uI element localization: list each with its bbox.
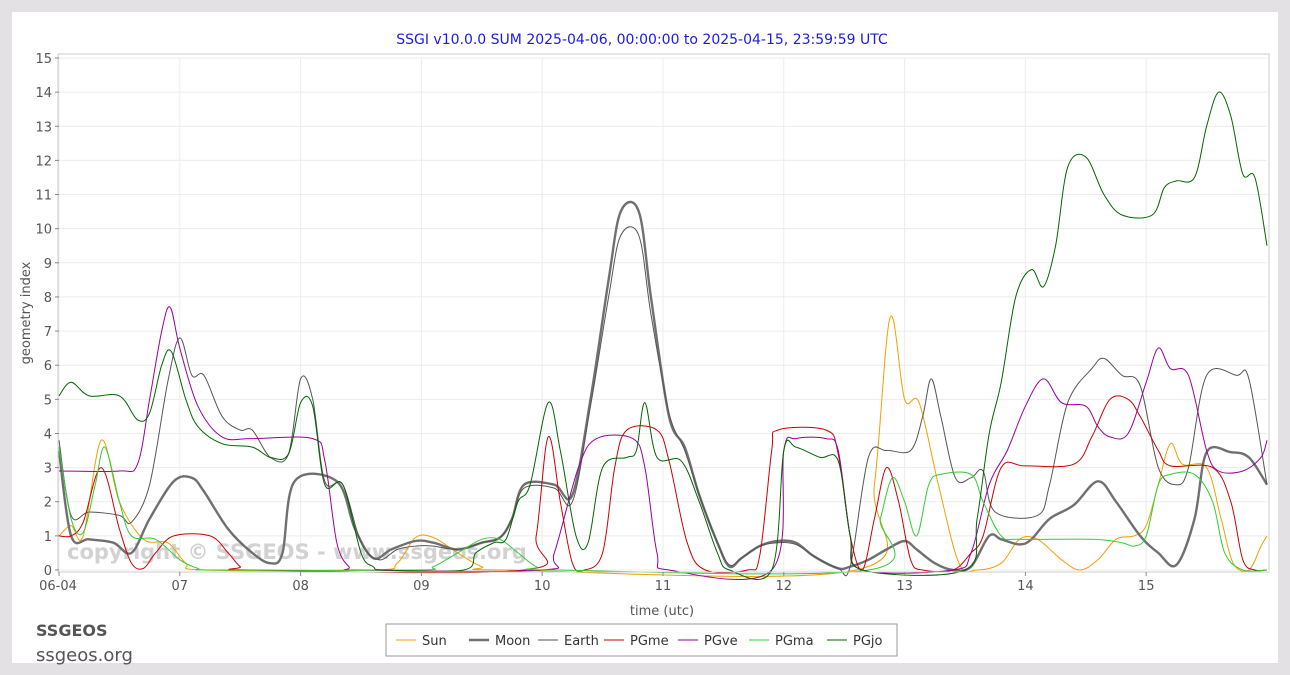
- x-axis-ticks: 06-04 07 08 09 10 11 12 13 14 15: [39, 572, 1154, 594]
- y-tick-label: 6: [44, 359, 52, 374]
- x-tick-label: 15: [1138, 579, 1155, 594]
- x-tick-label: 09: [413, 579, 430, 594]
- chart-title: SSGI v10.0.0 SUM 2025-04-06, 00:00:00 to…: [396, 32, 888, 48]
- y-tick-label: 4: [44, 427, 52, 442]
- legend-label-pgma: PGma: [775, 634, 814, 649]
- x-tick-label: 12: [776, 579, 793, 594]
- legend-label-pgjo: PGjo: [853, 634, 883, 649]
- y-axis-label: geometry index: [19, 261, 34, 364]
- x-tick-label: 10: [534, 579, 551, 594]
- x-tick-label: 14: [1017, 579, 1034, 594]
- x-tick-label: 11: [655, 579, 672, 594]
- x-tick-label: 07: [172, 579, 189, 594]
- y-tick-label: 2: [44, 496, 52, 511]
- y-tick-label: 10: [35, 223, 52, 238]
- x-tick-label: 13: [896, 579, 913, 594]
- y-tick-label: 15: [35, 52, 52, 67]
- y-axis-ticks: 0123456789101112131415: [35, 52, 59, 579]
- legend: Sun Moon Earth PGme PGve PGma PGjo: [385, 623, 898, 657]
- y-tick-label: 1: [44, 530, 52, 545]
- y-tick-label: 9: [44, 257, 52, 272]
- legend-label-moon: Moon: [495, 634, 530, 649]
- legend-label-pgve: PGve: [704, 634, 738, 649]
- watermark: copyright © SSGEOS - www.ssgeos.org: [67, 540, 527, 564]
- chart: copyright © SSGEOS - www.ssgeos.org 0123…: [19, 32, 1270, 657]
- x-tick-label: 06-04: [39, 579, 77, 594]
- x-tick-label: 08: [292, 579, 309, 594]
- legend-label-pgme: PGme: [630, 634, 669, 649]
- brand-name: SSGEOS: [36, 621, 108, 640]
- y-tick-label: 5: [44, 393, 52, 408]
- brand-url[interactable]: ssgeos.org: [36, 645, 133, 666]
- x-axis-label: time (utc): [630, 604, 694, 619]
- y-tick-label: 7: [44, 325, 52, 340]
- y-tick-label: 8: [44, 291, 52, 306]
- y-tick-label: 14: [35, 86, 52, 101]
- legend-label-earth: Earth: [564, 634, 599, 649]
- chart-card: copyright © SSGEOS - www.ssgeos.org 0123…: [12, 12, 1278, 666]
- y-tick-label: 0: [44, 564, 52, 579]
- legend-label-sun: Sun: [422, 634, 447, 649]
- y-tick-label: 12: [35, 154, 52, 169]
- y-tick-label: 3: [44, 462, 52, 477]
- y-tick-label: 13: [35, 120, 52, 135]
- y-tick-label: 11: [35, 189, 52, 204]
